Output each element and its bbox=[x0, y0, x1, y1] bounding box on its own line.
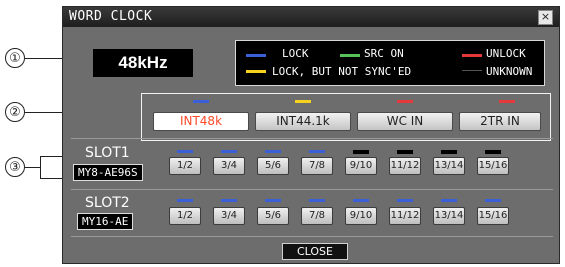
callout-3-leader bbox=[25, 167, 40, 168]
legend-lock: LOCK bbox=[282, 47, 309, 60]
unknown-swatch bbox=[462, 70, 482, 73]
channel-button[interactable]: 5/6 bbox=[257, 157, 289, 175]
channel-status-indicator bbox=[309, 150, 325, 153]
source-int441k-button[interactable]: INT44.1k bbox=[255, 112, 351, 131]
channel-status-indicator bbox=[265, 199, 281, 202]
lock-not-synced-swatch bbox=[246, 70, 266, 73]
slot2-label: SLOT2 bbox=[85, 195, 130, 211]
frequency-display: 48kHz bbox=[93, 49, 193, 77]
channel-button[interactable]: 15/16 bbox=[477, 207, 509, 225]
channel-button[interactable]: 5/6 bbox=[257, 207, 289, 225]
channel-status-indicator bbox=[441, 199, 457, 202]
callout-3-bracket bbox=[40, 156, 41, 178]
callout-1: ① bbox=[5, 48, 25, 68]
title-bar: WORD CLOCK × bbox=[63, 7, 559, 27]
channel-button[interactable]: 1/2 bbox=[169, 157, 201, 175]
channel-status-indicator bbox=[177, 150, 193, 153]
channel-status-indicator bbox=[309, 199, 325, 202]
word-clock-window: WORD CLOCK × 48kHz LOCK SRC ON UNLOCK LO… bbox=[62, 6, 560, 264]
source-wc-in-button[interactable]: WC IN bbox=[357, 112, 453, 131]
channel-status-indicator bbox=[397, 199, 413, 202]
channel-status-indicator bbox=[221, 199, 237, 202]
channel-button[interactable]: 3/4 bbox=[213, 157, 245, 175]
divider bbox=[71, 236, 553, 237]
callout-3: ③ bbox=[5, 157, 25, 177]
channel-status-indicator bbox=[265, 150, 281, 153]
slot2-card-name: MY16-AE bbox=[77, 213, 134, 230]
channel-status-indicator bbox=[353, 150, 369, 154]
legend-unlock: UNLOCK bbox=[486, 47, 526, 60]
channel-status-indicator bbox=[397, 150, 413, 154]
source-2tr-in-button[interactable]: 2TR IN bbox=[459, 112, 541, 131]
window-title: WORD CLOCK bbox=[69, 9, 153, 24]
channel-button[interactable]: 7/8 bbox=[301, 207, 333, 225]
callout-1-leader bbox=[25, 58, 65, 59]
channel-button[interactable]: 13/14 bbox=[433, 207, 465, 225]
channel-button[interactable]: 15/16 bbox=[477, 157, 509, 175]
channel-status-indicator bbox=[485, 199, 501, 202]
channel-status-indicator bbox=[441, 150, 457, 154]
channel-button[interactable]: 13/14 bbox=[433, 157, 465, 175]
channel-status-indicator bbox=[177, 199, 193, 202]
channel-status-indicator bbox=[353, 199, 369, 202]
channel-button[interactable]: 11/12 bbox=[389, 157, 421, 175]
source-indicator bbox=[193, 100, 209, 103]
channel-button[interactable]: 9/10 bbox=[345, 157, 377, 175]
close-icon[interactable]: × bbox=[538, 10, 553, 25]
status-legend: LOCK SRC ON UNLOCK LOCK, BUT NOT SYNC'ED… bbox=[235, 40, 545, 86]
channel-button[interactable]: 9/10 bbox=[345, 207, 377, 225]
source-indicator bbox=[499, 100, 515, 103]
slot1-card-name: MY8-AE96S bbox=[73, 164, 143, 181]
channel-button[interactable]: 7/8 bbox=[301, 157, 333, 175]
src-on-swatch bbox=[340, 54, 360, 57]
source-indicator bbox=[397, 100, 413, 103]
close-button[interactable]: CLOSE bbox=[282, 243, 348, 260]
divider bbox=[71, 189, 553, 190]
legend-unknown: UNKNOWN bbox=[486, 65, 533, 78]
callout-2: ② bbox=[5, 102, 25, 122]
lock-swatch bbox=[246, 54, 266, 57]
channel-status-indicator bbox=[485, 150, 501, 154]
channel-button[interactable]: 3/4 bbox=[213, 207, 245, 225]
source-indicator bbox=[295, 100, 311, 103]
source-int48k-button[interactable]: INT48k bbox=[153, 112, 249, 131]
channel-button[interactable]: 11/12 bbox=[389, 207, 421, 225]
legend-src-on: SRC ON bbox=[364, 47, 404, 60]
divider bbox=[71, 138, 553, 139]
legend-lock-not-synced: LOCK, BUT NOT SYNC'ED bbox=[272, 65, 412, 78]
channel-status-indicator bbox=[221, 150, 237, 153]
source-select-area: INT48k INT44.1k WC IN 2TR IN bbox=[141, 93, 551, 141]
channel-button[interactable]: 1/2 bbox=[169, 207, 201, 225]
slot1-label: SLOT1 bbox=[85, 145, 130, 161]
unlock-swatch bbox=[462, 54, 482, 57]
